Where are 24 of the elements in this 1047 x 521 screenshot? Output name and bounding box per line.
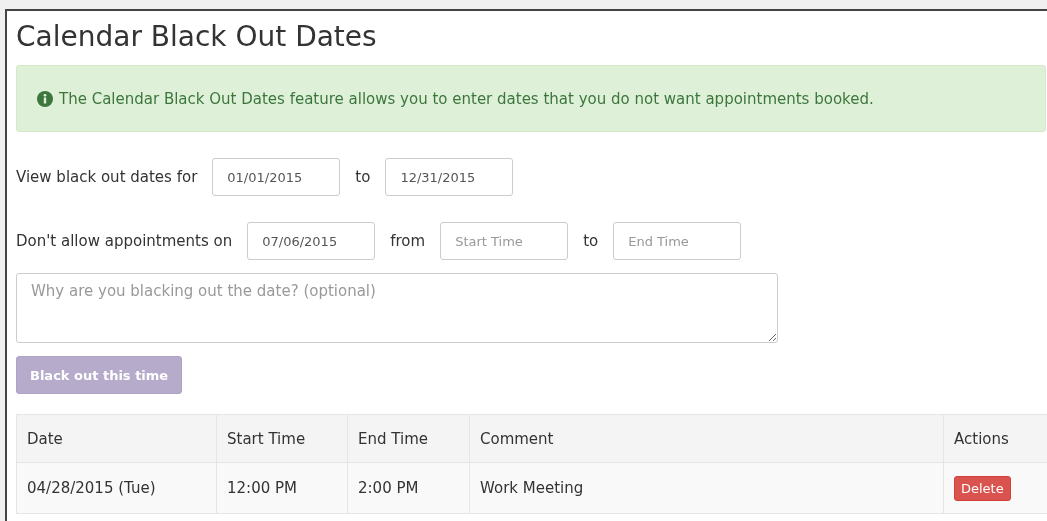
column-header: Date [16, 414, 217, 463]
alert-text: The Calendar Black Out Dates feature allows you to enter dates that you do not want appointments booked. [59, 89, 874, 108]
column-header: Actions [943, 414, 1047, 463]
column-header: Comment [469, 414, 944, 463]
table-cell: 04/28/2015 (Tue) [16, 462, 217, 514]
to-label: to [355, 168, 371, 186]
to-date-field[interactable]: 12/31/2015 [385, 158, 514, 196]
blackout-date-field[interactable]: 07/06/2015 [247, 222, 376, 260]
info-icon [37, 90, 53, 107]
end-time-field[interactable]: End Time [613, 222, 742, 260]
from-label: from [390, 232, 426, 250]
table-cell: 12:00 PM [216, 462, 348, 514]
delete-button[interactable]: Delete [954, 475, 1011, 501]
column-header: End Time [347, 414, 470, 463]
page-title: Calendar Black Out Dates [16, 19, 378, 55]
reason-field[interactable]: Why are you blacking out the date? (optional) [16, 273, 778, 343]
view-range-label: View black out dates for [16, 168, 198, 186]
to-label: to [583, 232, 599, 250]
table-cell: 2:00 PM [347, 462, 470, 514]
column-header: Start Time [216, 414, 348, 463]
start-time-field[interactable]: Start Time [440, 222, 569, 260]
from-date-field[interactable]: 01/01/2015 [212, 158, 341, 196]
blackout-date-label: Don't allow appointments on [16, 232, 233, 250]
table-cell: Work Meeting [469, 462, 944, 514]
